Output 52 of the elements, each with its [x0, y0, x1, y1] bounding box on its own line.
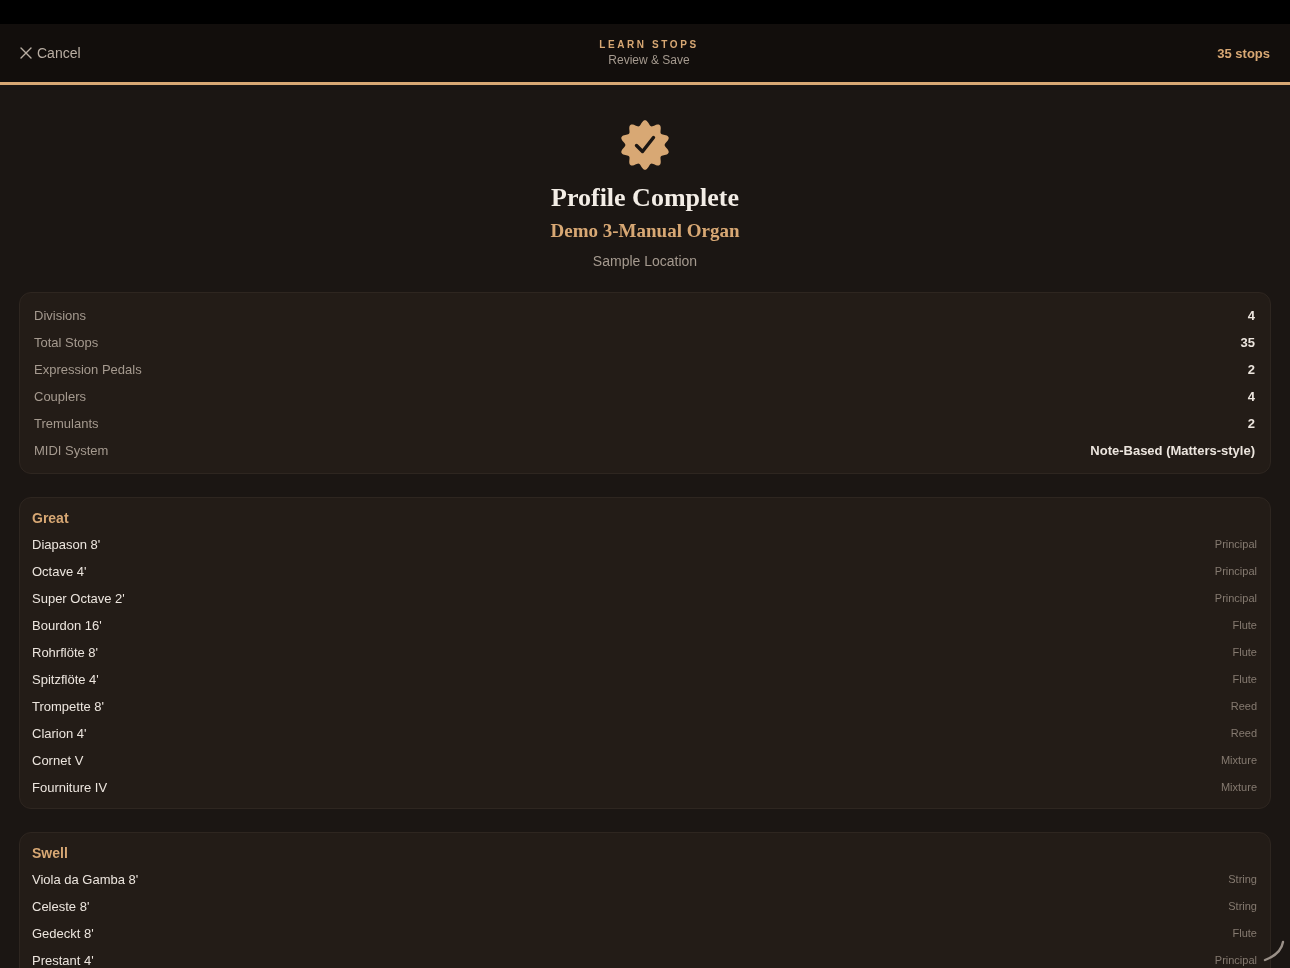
- stop-name: Fourniture IV: [32, 780, 108, 795]
- stop-name: Prestant 4': [32, 953, 94, 968]
- organ-name: Demo 3-Manual Organ: [550, 220, 740, 242]
- summary-label: MIDI System: [34, 443, 109, 458]
- stop-family: String: [1228, 900, 1257, 913]
- summary-value: 4: [1247, 308, 1255, 323]
- stop-family: Principal: [1214, 592, 1257, 605]
- stop-family: Principal: [1214, 954, 1257, 967]
- summary-label: Couplers: [34, 389, 87, 404]
- summary-value: 2: [1247, 362, 1255, 377]
- stop-name: Gedeckt 8': [32, 926, 94, 941]
- check-seal-icon: [620, 120, 670, 170]
- stop-family: Mixture: [1220, 781, 1257, 794]
- stop-family: Reed: [1230, 727, 1257, 740]
- stop-family: Mixture: [1220, 754, 1257, 767]
- summary-label: Expression Pedals: [34, 362, 142, 377]
- stop-name: Rohrflöte 8': [32, 645, 99, 660]
- summary-value: 4: [1247, 389, 1255, 404]
- stop-name: Cornet V: [32, 753, 84, 768]
- stop-name: Trompette 8': [32, 699, 105, 714]
- completion-title: Profile Complete: [551, 183, 739, 213]
- stop-name: Clarion 4': [32, 726, 87, 741]
- stop-family: Flute: [1232, 646, 1257, 659]
- stop-family: Principal: [1214, 565, 1257, 578]
- division-name: Swell: [32, 844, 69, 863]
- stop-name: Celeste 8': [32, 899, 90, 914]
- nav-title: LEARN STOPS: [599, 39, 699, 50]
- stop-count: 35 stops: [1217, 45, 1270, 61]
- stop-name: Spitzflöte 4': [32, 672, 99, 687]
- summary-value: 35: [1240, 335, 1255, 350]
- stop-name: Diapason 8': [32, 537, 101, 552]
- cancel-button[interactable]: Cancel: [20, 45, 81, 61]
- summary-value: Note-Based (Matters-style): [1090, 443, 1255, 458]
- stop-name: Super Octave 2': [32, 591, 125, 606]
- stop-family: Flute: [1232, 927, 1257, 940]
- stop-name: Bourdon 16': [32, 618, 102, 633]
- summary-label: Tremulants: [34, 416, 99, 431]
- summary-label: Divisions: [34, 308, 86, 323]
- close-icon: [20, 47, 32, 59]
- summary-label: Total Stops: [34, 335, 99, 350]
- nav-subtitle: Review & Save: [608, 53, 690, 67]
- summary-value: 2: [1247, 416, 1255, 431]
- corner-arc-icon: [1263, 940, 1285, 962]
- stop-family: String: [1228, 873, 1257, 886]
- stop-family: Principal: [1214, 538, 1257, 551]
- division-name: Great: [32, 509, 70, 528]
- stop-name: Viola da Gamba 8': [32, 872, 139, 887]
- stop-family: Reed: [1230, 700, 1257, 713]
- stop-family: Flute: [1232, 673, 1257, 686]
- stop-family: Flute: [1232, 619, 1257, 632]
- organ-location: Sample Location: [592, 252, 698, 270]
- stop-name: Octave 4': [32, 564, 87, 579]
